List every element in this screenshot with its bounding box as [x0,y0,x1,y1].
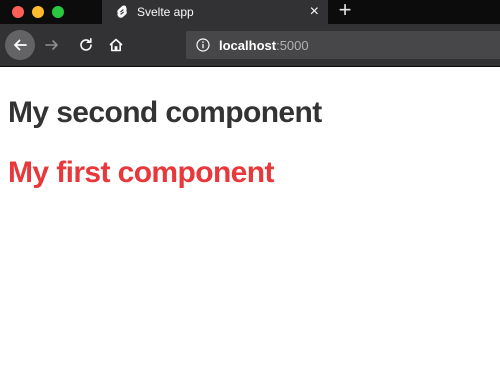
page-content: My second component My first component [0,67,500,371]
reload-icon [80,38,92,51]
info-icon[interactable] [196,38,210,52]
tab-svelte-app[interactable]: Svelte app × [102,0,328,24]
window-close-button[interactable] [12,6,24,18]
reload-button[interactable] [74,33,98,57]
heading-second-component: My second component [8,96,322,129]
home-icon [109,38,123,52]
back-button[interactable] [5,30,35,60]
url-text: localhost:5000 [219,38,309,53]
address-bar[interactable]: localhost:5000 [186,31,500,59]
svelte-logo-icon [116,5,128,19]
tab-strip: Svelte app × + [0,0,500,24]
navigation-toolbar: localhost:5000 [0,24,500,67]
arrow-left-icon [14,39,27,51]
heading-first-component: My first component [8,156,274,189]
tab-title: Svelte app [137,5,194,19]
url-host: localhost [219,37,277,53]
window-maximize-button[interactable] [52,6,64,18]
arrow-right-icon [45,40,58,50]
close-icon[interactable]: × [310,3,319,21]
home-button[interactable] [104,33,128,57]
forward-button[interactable] [40,33,64,57]
url-port: :5000 [276,37,309,53]
window-minimize-button[interactable] [32,6,44,18]
new-tab-button[interactable]: + [336,0,354,22]
